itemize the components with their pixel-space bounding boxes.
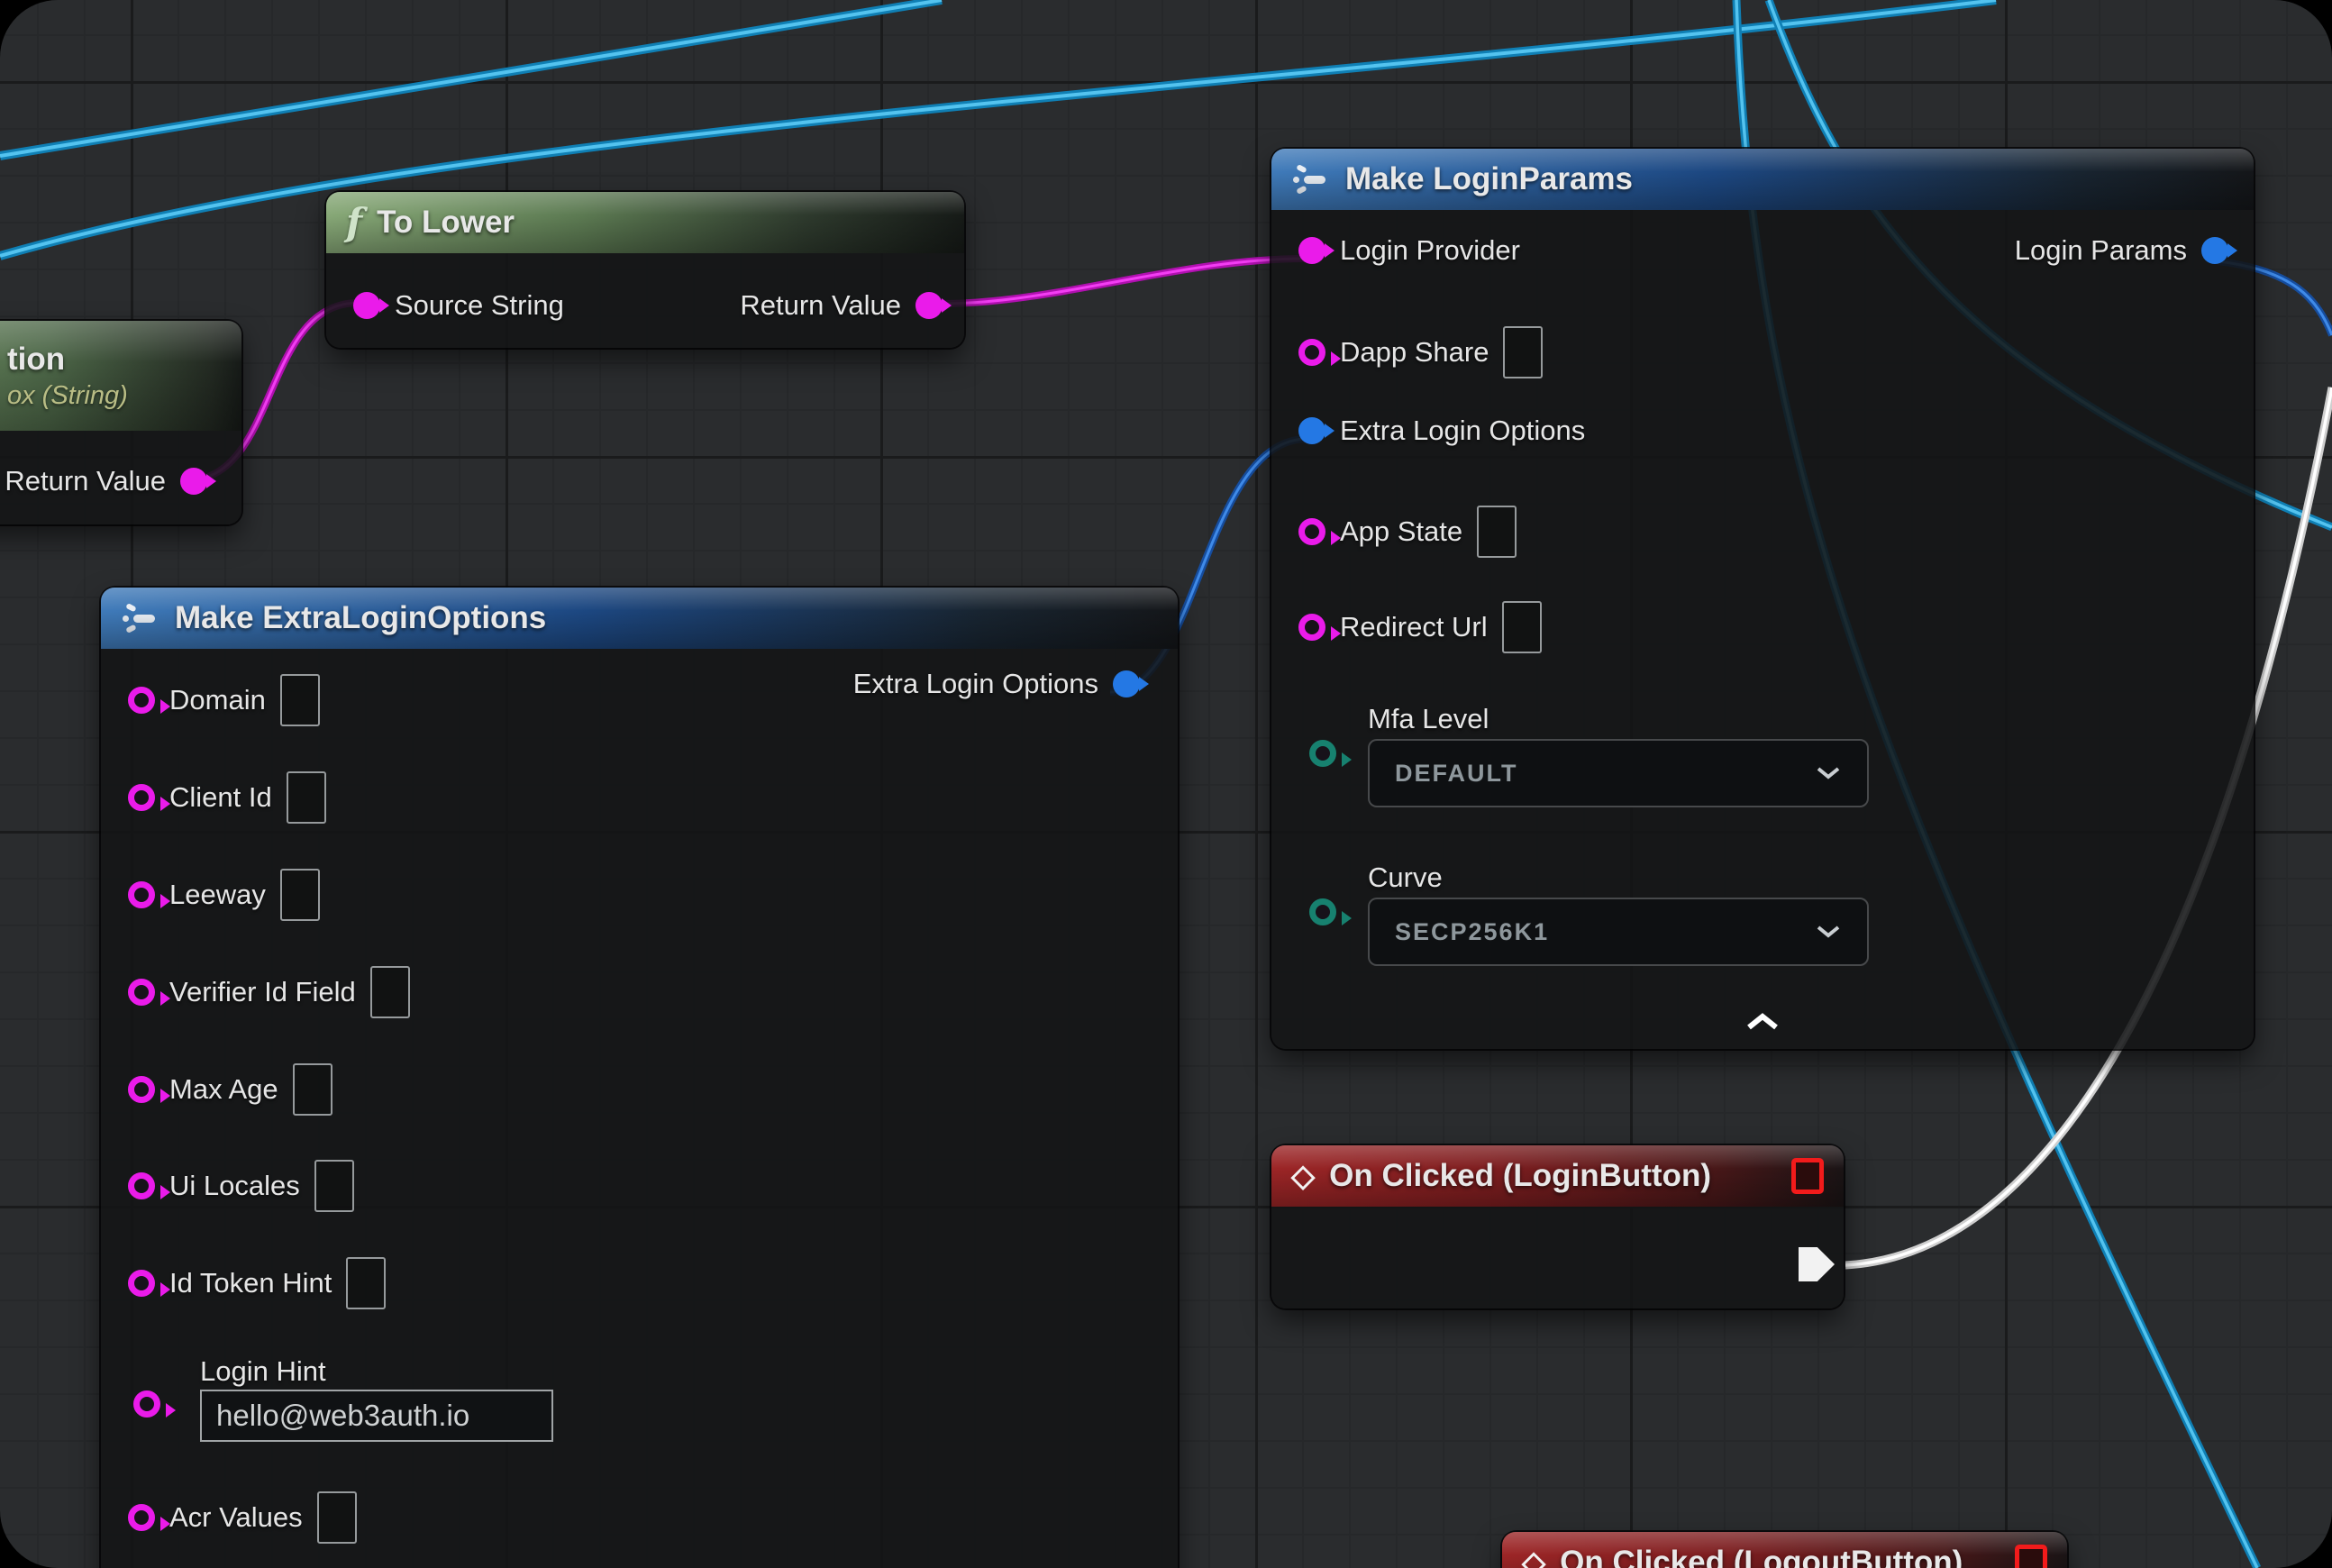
blueprint-editor-screenshot: tion ox (String) Return Value f To Lower… (0, 0, 2332, 1568)
node-title: On Clicked (LoginButton) (1329, 1158, 1711, 1194)
make-struct-icon (121, 600, 160, 636)
string-input-pin[interactable] (133, 1390, 160, 1418)
curve-value: SECP256K1 (1395, 918, 1549, 946)
pin-label-extra-login-options-out: Extra Login Options (853, 668, 1098, 700)
id-token-hint-value-box[interactable] (346, 1257, 386, 1309)
node-on-clicked-login-button[interactable]: ◇ On Clicked (LoginButton) (1271, 1145, 1844, 1308)
string-input-pin[interactable] (128, 1504, 155, 1531)
client-id-value-box[interactable] (287, 771, 326, 824)
acr-values-value-box[interactable] (317, 1491, 357, 1544)
pin-label-ui-locales: Ui Locales (169, 1170, 300, 1202)
node-on-clicked-login-header[interactable]: ◇ On Clicked (LoginButton) (1271, 1145, 1844, 1207)
node-make-login-params[interactable]: Make LoginParams Login Provider Login Pa… (1271, 149, 2254, 1049)
pin-label-acr-values: Acr Values (169, 1501, 303, 1534)
string-input-pin[interactable] (128, 1270, 155, 1297)
ui-locales-value-box[interactable] (314, 1160, 354, 1212)
wire-cyan-topleft-a (0, 0, 942, 156)
string-input-pin[interactable] (1298, 339, 1325, 366)
pin-label-client-id: Client Id (169, 781, 272, 814)
pin-label-login-params-out: Login Params (2015, 234, 2187, 267)
string-input-pin[interactable] (128, 979, 155, 1006)
event-icon: ◇ (1522, 1545, 1545, 1568)
node-title: On Clicked (LogoutButton) (1560, 1545, 1963, 1568)
max-age-value-box[interactable] (293, 1063, 332, 1116)
dapp-share-value-box[interactable] (1503, 326, 1543, 378)
pin-label-verifier-id-field: Verifier Id Field (169, 976, 356, 1008)
mfa-level-dropdown[interactable]: DEFAULT (1368, 739, 1869, 807)
chevron-down-icon (1815, 765, 1842, 781)
enum-input-pin[interactable] (1309, 898, 1336, 925)
app-state-value-box[interactable] (1477, 506, 1517, 558)
blueprint-graph-canvas[interactable]: tion ox (String) Return Value f To Lower… (0, 0, 2332, 1568)
node-make-extra-login-options-header[interactable]: Make ExtraLoginOptions (101, 588, 1178, 649)
node-make-extra-login-options[interactable]: Make ExtraLoginOptions Domain Extra Logi… (101, 588, 1178, 1568)
string-input-pin[interactable] (128, 1172, 155, 1199)
delegate-icon[interactable] (1791, 1158, 1824, 1194)
pin-label-max-age: Max Age (169, 1073, 278, 1106)
node-make-login-params-header[interactable]: Make LoginParams (1271, 149, 2254, 210)
node-title: To Lower (377, 205, 515, 241)
node-title: tion (7, 342, 65, 378)
chevron-up-icon (1744, 1011, 1781, 1033)
struct-input-pin[interactable] (1298, 417, 1325, 444)
pin-label-dapp-share: Dapp Share (1340, 336, 1489, 369)
mfa-level-value: DEFAULT (1395, 760, 1518, 788)
node-title: Make LoginParams (1345, 161, 1633, 197)
function-icon: f (346, 204, 362, 242)
leeway-value-box[interactable] (280, 869, 320, 921)
chevron-down-icon (1815, 924, 1842, 940)
string-output-pin[interactable] (180, 468, 207, 495)
pin-label-app-state: App State (1340, 515, 1462, 548)
verifier-id-field-value-box[interactable] (370, 966, 410, 1018)
pin-label-redirect-url: Redirect Url (1340, 611, 1488, 643)
pin-label-return-value: Return Value (740, 289, 901, 322)
pin-label-id-token-hint: Id Token Hint (169, 1267, 332, 1299)
login-hint-input[interactable]: hello@web3auth.io (200, 1390, 553, 1442)
string-output-pin[interactable] (915, 292, 943, 319)
pin-label-leeway: Leeway (169, 879, 266, 911)
node-title: Make ExtraLoginOptions (175, 600, 546, 636)
node-get-text-header[interactable]: tion ox (String) (0, 321, 241, 431)
mfa-level-label: Mfa Level (1368, 703, 1489, 735)
node-subtitle: ox (String) (7, 381, 128, 411)
exec-output-pin[interactable] (1799, 1247, 1835, 1281)
collapse-node-button[interactable] (1744, 1011, 1781, 1037)
pin-label-extra-login-options: Extra Login Options (1340, 415, 1585, 447)
string-input-pin[interactable] (1298, 518, 1325, 545)
login-hint-value: hello@web3auth.io (216, 1399, 469, 1433)
struct-output-pin[interactable] (2201, 237, 2228, 264)
pin-label-return-value: Return Value (5, 465, 166, 497)
node-on-clicked-logout-button[interactable]: ◇ On Clicked (LogoutButton) (1502, 1532, 2067, 1568)
node-to-lower-header[interactable]: f To Lower (326, 192, 964, 253)
enum-input-pin[interactable] (1309, 740, 1336, 767)
curve-dropdown[interactable]: SECP256K1 (1368, 898, 1869, 966)
redirect-url-value-box[interactable] (1502, 601, 1542, 653)
node-get-text-partial[interactable]: tion ox (String) Return Value (0, 321, 241, 524)
login-hint-label: Login Hint (200, 1355, 326, 1388)
string-input-pin[interactable] (1298, 614, 1325, 641)
make-struct-icon (1291, 161, 1331, 197)
node-to-lower[interactable]: f To Lower Source String Return Value (326, 192, 964, 348)
string-input-pin[interactable] (128, 784, 155, 811)
string-input-pin[interactable] (128, 1076, 155, 1103)
wire-magenta-tolower-to-loginprovider (915, 259, 1305, 304)
curve-label: Curve (1368, 861, 1443, 894)
struct-output-pin[interactable] (1113, 670, 1140, 697)
event-icon: ◇ (1291, 1158, 1315, 1194)
node-on-clicked-logout-header[interactable]: ◇ On Clicked (LogoutButton) (1502, 1532, 2067, 1568)
delegate-icon[interactable] (2015, 1545, 2047, 1568)
string-input-pin[interactable] (128, 881, 155, 908)
